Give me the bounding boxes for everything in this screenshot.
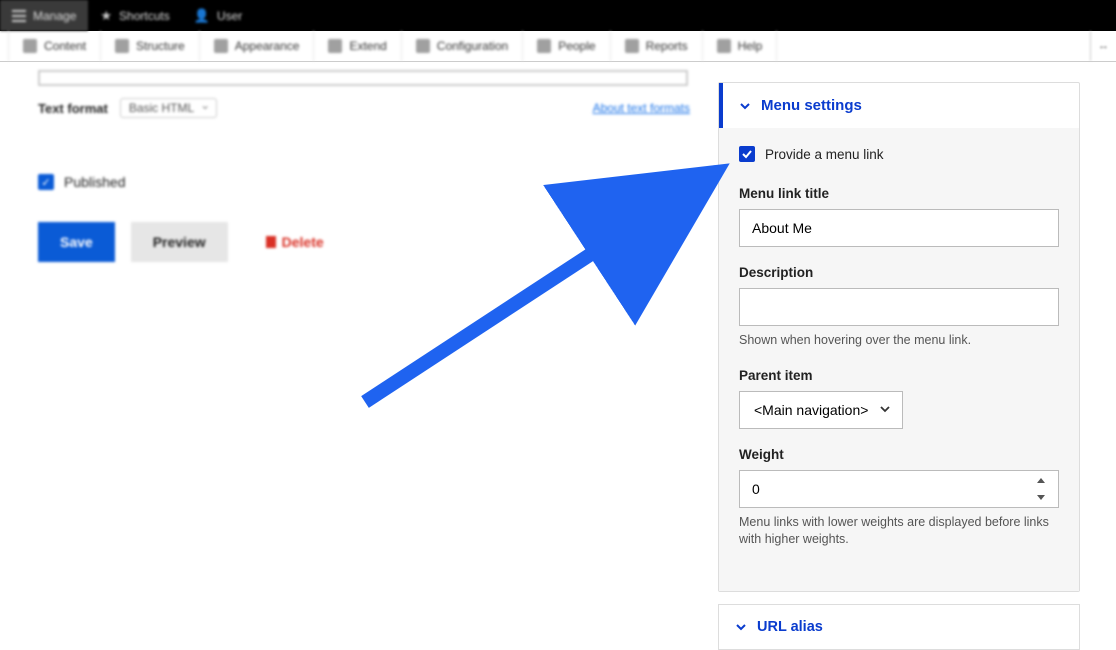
menu-description-help: Shown when hovering over the menu link. xyxy=(739,332,1059,350)
save-button[interactable]: Save xyxy=(38,222,115,262)
toolbar-people-label: People xyxy=(558,39,595,53)
topbar-manage-label: Manage xyxy=(33,9,76,23)
hamburger-icon xyxy=(12,10,26,22)
provide-menu-row: Provide a menu link xyxy=(739,146,1059,162)
parent-item-label: Parent item xyxy=(739,368,1059,383)
toolbar-extend[interactable]: Extend xyxy=(314,31,401,61)
body-editor[interactable] xyxy=(38,70,688,86)
menu-link-title-input[interactable] xyxy=(739,209,1059,247)
action-buttons: Save Preview Delete xyxy=(38,222,714,262)
people-icon xyxy=(537,39,551,53)
toolbar-help-label: Help xyxy=(738,39,763,53)
toolbar-configuration-label: Configuration xyxy=(437,39,508,53)
toolbar-orientation-toggle[interactable]: ↔ xyxy=(1090,31,1116,61)
toolbar-structure[interactable]: Structure xyxy=(101,31,200,61)
chevron-down-icon xyxy=(739,100,751,112)
text-format-value: Basic HTML xyxy=(129,101,194,115)
user-icon: 👤 xyxy=(194,8,210,24)
topbar-user[interactable]: 👤 User xyxy=(182,0,255,31)
weight-help: Menu links with lower weights are displa… xyxy=(739,514,1059,549)
chevron-down-icon xyxy=(879,403,891,415)
published-checkbox[interactable] xyxy=(38,174,54,190)
structure-icon xyxy=(115,39,129,53)
provide-menu-label: Provide a menu link xyxy=(765,147,884,162)
menu-settings-header[interactable]: Menu settings xyxy=(719,83,1079,128)
parent-item-select[interactable]: <Main navigation> xyxy=(739,391,903,429)
toolbar-content-label: Content xyxy=(44,39,86,53)
menu-settings-title: Menu settings xyxy=(761,97,862,114)
provide-menu-checkbox[interactable] xyxy=(739,146,755,162)
toolbar-extend-label: Extend xyxy=(349,39,386,53)
about-text-formats-link[interactable]: About text formats xyxy=(593,101,690,115)
weight-input[interactable] xyxy=(739,470,1059,508)
toolbar-appearance[interactable]: Appearance xyxy=(200,31,315,61)
toolbar-help[interactable]: Help xyxy=(703,31,778,61)
chevron-down-icon xyxy=(735,621,747,633)
delete-label: Delete xyxy=(282,234,324,250)
preview-button[interactable]: Preview xyxy=(131,222,228,262)
admin-topbar: Manage ★ Shortcuts 👤 User xyxy=(0,0,1116,31)
topbar-manage[interactable]: Manage xyxy=(0,0,88,31)
toolbar-appearance-label: Appearance xyxy=(235,39,300,53)
admin-toolbar: Content Structure Appearance Extend Conf… xyxy=(0,31,1116,62)
parent-item-field: Parent item <Main navigation> xyxy=(739,368,1059,429)
url-alias-header[interactable]: URL alias xyxy=(719,605,1079,649)
published-label: Published xyxy=(64,174,126,190)
reports-icon xyxy=(625,39,639,53)
toolbar-structure-label: Structure xyxy=(136,39,185,53)
appearance-icon xyxy=(214,39,228,53)
menu-description-label: Description xyxy=(739,265,1059,280)
delete-button[interactable]: Delete xyxy=(244,222,346,262)
menu-link-title-label: Menu link title xyxy=(739,186,1059,201)
content-icon xyxy=(23,39,37,53)
topbar-shortcuts-label: Shortcuts xyxy=(119,9,170,23)
topbar-shortcuts[interactable]: ★ Shortcuts xyxy=(88,0,181,31)
menu-settings-body: Provide a menu link Menu link title Desc… xyxy=(719,128,1079,591)
left-column: Text format Basic HTML About text format… xyxy=(0,62,714,262)
help-icon xyxy=(717,39,731,53)
weight-stepper[interactable] xyxy=(1037,478,1051,500)
right-column: Menu settings Provide a menu link Menu l… xyxy=(718,82,1080,650)
text-format-row: Text format Basic HTML About text format… xyxy=(38,98,714,118)
toolbar-reports-label: Reports xyxy=(646,39,688,53)
menu-link-title-field: Menu link title xyxy=(739,186,1059,247)
topbar-user-label: User xyxy=(217,9,242,23)
toolbar-reports[interactable]: Reports xyxy=(611,31,703,61)
extend-icon xyxy=(328,39,342,53)
weight-field: Weight Menu links with lower weights are… xyxy=(739,447,1059,549)
config-icon xyxy=(416,39,430,53)
toolbar-people[interactable]: People xyxy=(523,31,610,61)
toolbar-configuration[interactable]: Configuration xyxy=(402,31,523,61)
menu-description-input[interactable] xyxy=(739,288,1059,326)
orientation-icon: ↔ xyxy=(1098,40,1109,52)
url-alias-title: URL alias xyxy=(757,619,823,635)
text-format-select[interactable]: Basic HTML xyxy=(120,98,217,118)
parent-item-value: <Main navigation> xyxy=(754,402,868,418)
menu-description-field: Description Shown when hovering over the… xyxy=(739,265,1059,350)
published-row: Published xyxy=(38,174,714,190)
weight-label: Weight xyxy=(739,447,1059,462)
menu-settings-panel: Menu settings Provide a menu link Menu l… xyxy=(718,82,1080,592)
trash-icon xyxy=(266,236,276,248)
main-area: Text format Basic HTML About text format… xyxy=(0,62,1116,625)
toolbar-content[interactable]: Content xyxy=(8,31,101,61)
text-format-label: Text format xyxy=(38,101,108,116)
star-icon: ★ xyxy=(100,8,112,24)
url-alias-panel: URL alias xyxy=(718,604,1080,650)
